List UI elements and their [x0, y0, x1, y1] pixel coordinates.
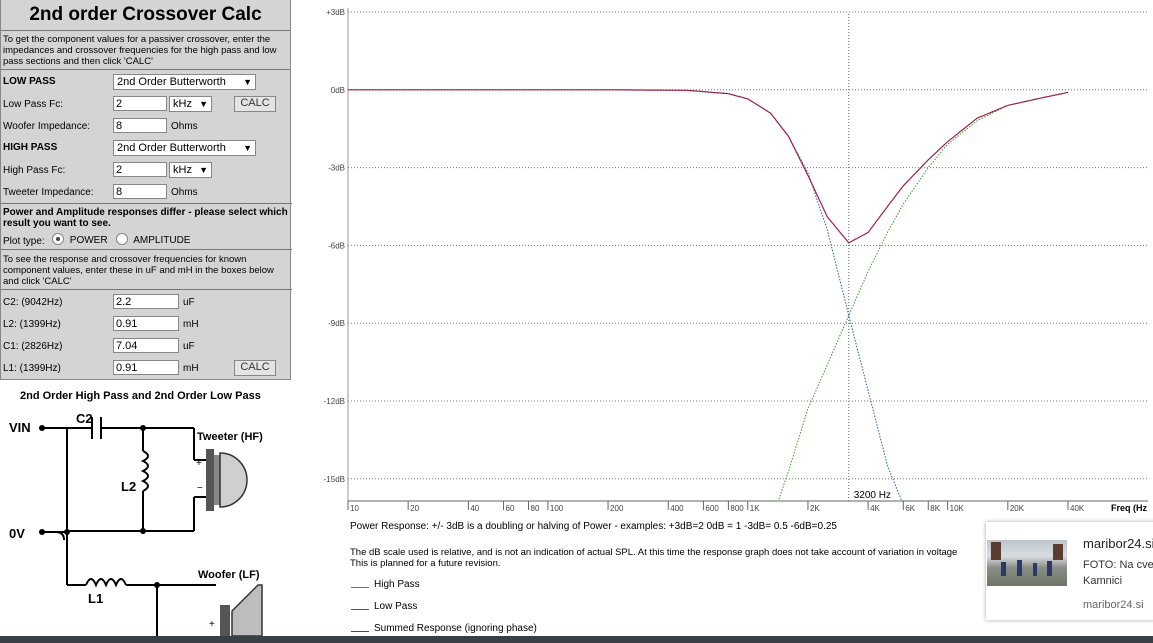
legend-swatch-summed	[351, 631, 369, 632]
legend-low-pass: Low Pass	[374, 601, 418, 612]
x-tick-label: 1K	[750, 504, 760, 513]
x-tick-label: 10	[350, 504, 359, 513]
news-ad-popup[interactable]: maribor24.si FOTO: Na cve Kamnici maribo…	[986, 522, 1153, 620]
ad-title[interactable]: maribor24.si	[1083, 536, 1153, 551]
people-photo-icon	[991, 542, 1063, 576]
summed-response-curve	[348, 89, 1069, 244]
y-tick-label: -15dB	[324, 475, 345, 484]
y-tick-label: -6dB	[328, 241, 345, 250]
scale-note-line2: This is planned for a future revision.	[350, 558, 501, 569]
frequency-response-chart: +3dB 0dB -3dB -6dB -9dB -12dB -15dB 10 20 40 60 80…	[324, 8, 1148, 513]
low-pass-curve	[348, 89, 904, 502]
x-tick-label: 10K	[950, 504, 965, 513]
x-axis-label: Freq (Hz	[1111, 503, 1148, 513]
legend-summed: Summed Response (ignoring phase)	[374, 623, 537, 634]
ad-text-line1[interactable]: FOTO: Na cve	[1083, 559, 1153, 571]
chart-grid	[347, 8, 1148, 502]
legend-high-pass: High Pass	[374, 579, 420, 590]
x-tick-label: 40	[470, 504, 479, 513]
x-tick-label: 400	[670, 504, 684, 513]
ad-text-line2[interactable]: Kamnici	[1083, 575, 1122, 587]
y-tick-label: +3dB	[326, 8, 345, 17]
x-tick-label: 20	[410, 504, 419, 513]
x-tick-label: 200	[610, 504, 624, 513]
y-axis-ticks: +3dB 0dB -3dB -6dB -9dB -12dB -15dB	[324, 8, 345, 484]
l1-label: L1	[88, 591, 103, 606]
legend-swatch-low-pass	[351, 609, 369, 610]
x-tick-label: 600	[705, 504, 719, 513]
x-tick-label: 100	[550, 504, 564, 513]
zero-volt-label: 0V	[9, 526, 25, 541]
x-tick-label: 800	[730, 504, 744, 513]
y-tick-label: -9dB	[328, 319, 345, 328]
x-tick-label: 40K	[1070, 504, 1085, 513]
x-axis-ticks: 10 20 40 60 80 100 200 400 600 800 1K 2K 4K 6K 8K 10K 20…	[347, 501, 1085, 513]
taskbar-strip	[0, 636, 1153, 643]
high-pass-curve	[777, 91, 1069, 502]
x-tick-label: 20K	[1010, 504, 1025, 513]
x-tick-label: 80	[531, 504, 540, 513]
crossover-marker-label: 3200 Hz	[854, 490, 891, 501]
legend-swatch-high-pass	[351, 587, 369, 588]
x-tick-label: 4K	[870, 504, 880, 513]
plus-sign: +	[209, 619, 215, 630]
x-tick-label: 6K	[905, 504, 915, 513]
scale-note-line1: The dB scale used is relative, and is no…	[350, 547, 958, 558]
news-thumbnail[interactable]	[987, 540, 1067, 586]
chart-series	[348, 89, 1069, 502]
x-tick-label: 2K	[810, 504, 820, 513]
x-tick-label: 60	[506, 504, 515, 513]
woofer-label: Woofer (LF)	[198, 569, 260, 581]
power-response-note: Power Response: +/- 3dB is a doubling or…	[350, 521, 837, 532]
y-tick-label: 0dB	[331, 86, 345, 95]
ad-source: maribor24.si	[1083, 599, 1144, 611]
x-tick-label: 8K	[930, 504, 940, 513]
y-tick-label: -3dB	[328, 164, 345, 173]
y-tick-label: -12dB	[324, 397, 345, 406]
